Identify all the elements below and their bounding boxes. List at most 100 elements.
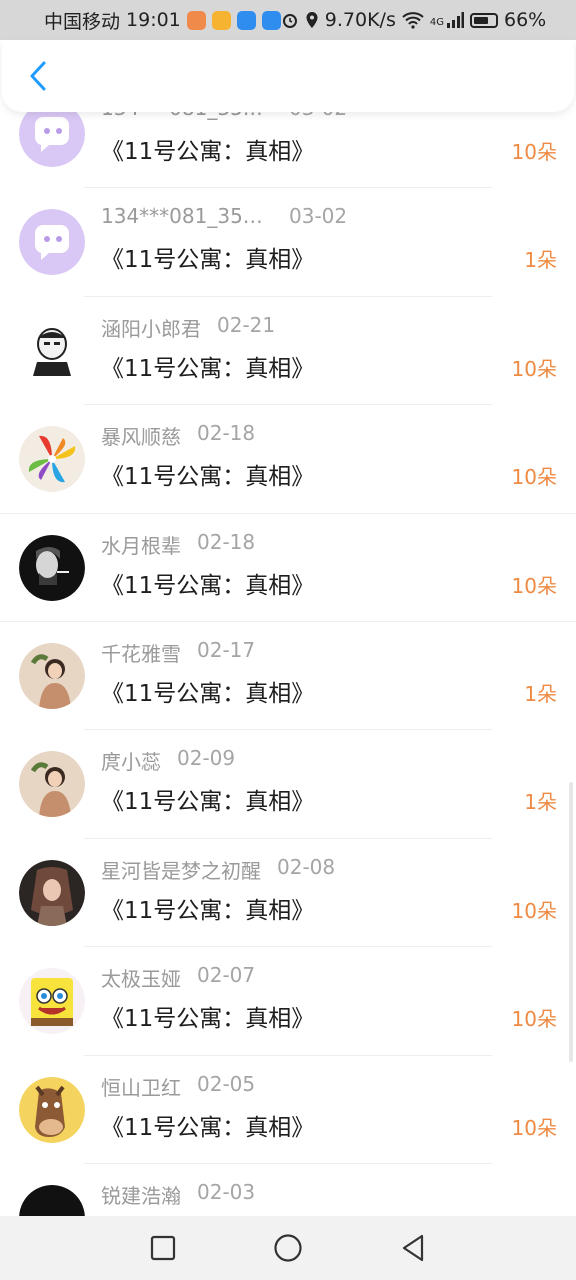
book-title: 《11号公寓：真相》 [101,355,315,382]
list-content: 134***081_357...03-02《11号公寓：真相》10朵134***… [0,112,576,1216]
chat-bubble-avatar[interactable] [19,112,85,167]
gift-date: 03-02 [289,112,347,120]
location-icon [306,12,318,28]
gift-date: 02-18 [197,529,256,554]
status-bar-left: 中国移动 19:01 [44,7,281,34]
flower-amount: 10朵 [511,573,557,598]
gift-date: 02-17 [197,637,256,662]
cartoon-horse-avatar[interactable] [19,1076,85,1143]
flower-amount: 1朵 [524,248,557,273]
book-title: 《11号公寓：真相》 [101,247,315,274]
book-title: 《11号公寓：真相》 [101,572,315,599]
list-item[interactable]: 千花雅雪 02-17 《11号公寓：真相》 1朵 [0,622,576,731]
back-triangle-icon [403,1234,424,1262]
book-title: 《11号公寓：真相》 [101,139,315,165]
list-item[interactable]: 星河皆是梦之初醒 02-08 《11号公寓：真相》 10朵 [0,839,576,948]
gift-record-list[interactable]: 134***081_357...03-02《11号公寓：真相》10朵134***… [0,112,576,1216]
flower-amount: 10朵 [511,356,557,381]
list-item[interactable]: 太极玉娅 02-07 《11号公寓：真相》 10朵 [0,947,576,1056]
carrier-label: 中国移动 [44,10,121,33]
clock: 19:01 [126,9,181,31]
flower-amount: 1朵 [524,790,557,815]
recent-apps-icon [150,1235,175,1261]
recent-apps-button[interactable] [143,1228,183,1268]
cartoon-man-avatar[interactable] [19,317,85,384]
user-meta: 水月根辈 02-18 [101,530,255,559]
app-notification-icon [186,10,206,30]
system-nav-bar [0,1216,576,1280]
network-speed: 9.70K/s [324,9,396,31]
cloud-icon [236,10,256,30]
list-item[interactable]: 庹小蕊 02-09 《11号公寓：真相》 1朵 [0,730,576,839]
pinwheel-avatar[interactable] [19,426,85,493]
book-title: 《11号公寓：真相》 [101,789,315,816]
girl-photo-avatar[interactable] [19,751,85,818]
list-item[interactable]: 暴风顺慈 02-18 《11号公寓：真相》 10朵 [0,405,576,514]
status-bar-right: 9.70K/s 4G 66% [281,9,546,31]
scrollbar[interactable] [569,782,573,1062]
list-item[interactable]: 水月根辈 02-18 《11号公寓：真相》 10朵 [0,514,576,622]
book-title: 《11号公寓：真相》 [101,1114,315,1141]
user-name: 水月根辈 [101,533,181,558]
signal-icon [446,12,464,28]
gift-date: 02-07 [197,963,256,988]
girl-photo-avatar[interactable] [19,642,85,709]
flower-amount: 10朵 [511,465,557,490]
user-meta: 千花雅雪 02-17 [101,638,255,667]
chat-bubble-avatar[interactable] [19,209,85,276]
gift-date: 03-02 [289,204,348,229]
alarm-icon [282,14,297,28]
dark-avatar[interactable] [19,1184,85,1216]
gift-date: 02-05 [197,1071,256,1096]
list-item[interactable]: 134***081_357... 03-02 《11号公寓：真相》 10朵 [0,112,576,189]
gift-date: 02-21 [217,312,276,337]
user-meta: 暴风顺慈 02-18 [101,421,255,450]
list-item[interactable]: 涵阳小郎君 02-21 《11号公寓：真相》 10朵 [0,297,576,406]
book-title: 《11号公寓：真相》 [101,680,315,707]
user-name: 千花雅雪 [101,641,181,666]
battery-icon [469,12,498,28]
header-bar [2,40,574,112]
user-name: 恒山卫红 [101,1075,181,1100]
wifi-icon [402,12,424,29]
user-meta: 庹小蕊 02-09 [101,746,235,775]
flower-amount: 10朵 [511,140,557,164]
back-button[interactable] [20,58,56,94]
user-name: 锐建浩瀚 [101,1183,181,1208]
app-notification-icon [211,10,231,30]
home-icon [274,1234,302,1262]
user-name: 暴风顺慈 [101,425,181,450]
gift-date: 02-03 [197,1179,256,1204]
anime-figure-avatar[interactable] [19,859,85,926]
user-meta: 恒山卫红 02-05 [101,1072,255,1101]
user-name: 134***081_357... [101,204,273,229]
flower-amount: 1朵 [524,681,557,706]
gift-date: 02-08 [277,854,336,879]
user-meta: 太极玉娅 02-07 [101,963,255,992]
book-title: 《11号公寓：真相》 [101,464,315,491]
user-meta: 134***081_357... 03-02 [101,112,347,120]
list-item[interactable]: 134***081_357... 03-02 《11号公寓：真相》 1朵 [0,188,576,297]
chevron-left-icon [30,61,46,91]
back-nav-button[interactable] [393,1228,433,1268]
gift-date: 02-18 [197,421,256,446]
user-meta: 134***081_357... 03-02 [101,204,347,228]
gift-date: 02-09 [177,746,236,771]
battery-percent: 66% [503,9,547,31]
book-title: 《11号公寓：真相》 [101,1006,315,1033]
status-bar: 中国移动 19:01 9.70K/s 4G 66% [0,0,576,40]
user-name: 星河皆是梦之初醒 [101,858,261,883]
flower-amount: 10朵 [511,1115,557,1140]
book-title: 《11号公寓：真相》 [101,897,315,924]
flower-amount: 10朵 [511,1007,557,1032]
flower-amount: 10朵 [511,898,557,923]
smoking-man-avatar[interactable] [19,534,85,601]
list-item[interactable]: 恒山卫红 02-05 《11号公寓：真相》 10朵 [0,1056,576,1164]
user-name: 涵阳小郎君 [101,316,201,341]
user-name: 庹小蕊 [101,750,161,775]
home-button[interactable] [268,1228,308,1268]
list-item[interactable]: 锐建浩瀚 02-03 [0,1164,576,1216]
spongebob-avatar[interactable] [19,968,85,1035]
network-type: 4G [429,17,444,28]
user-meta: 锐建浩瀚 02-03 [101,1180,255,1209]
